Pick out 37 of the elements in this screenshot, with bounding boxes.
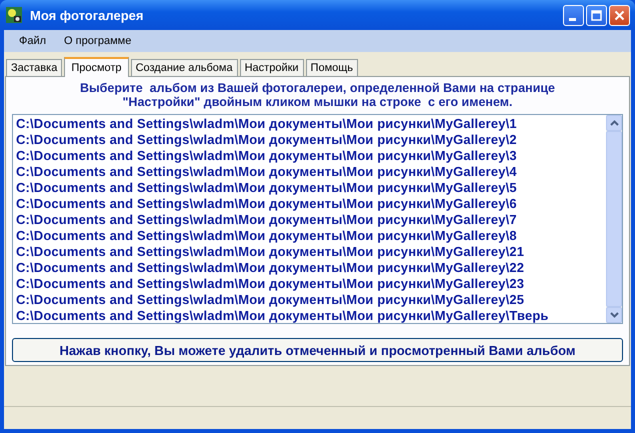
close-button[interactable] [609,4,630,26]
tab[interactable]: Заставка [6,59,62,76]
album-path[interactable]: C:\Documents and Settings\wladm\Мои документы\Мои рисунки\MyGallerey\5 [16,180,606,196]
tab[interactable]: Создание альбома [130,59,238,76]
delete-album-button[interactable]: Нажав кнопку, Вы можете удалить отмеченный и просмотренный Вами альбом [12,338,623,362]
album-path[interactable]: C:\Documents and Settings\wladm\Мои документы\Мои рисунки\MyGallerey\4 [16,164,606,180]
album-path[interactable]: C:\Documents and Settings\wladm\Мои документы\Мои рисунки\MyGallerey\1 [16,116,606,132]
album-path[interactable]: C:\Documents and Settings\wladm\Мои документы\Мои рисунки\MyGallerey\23 [16,276,606,292]
scroll-thumb[interactable] [606,131,622,307]
album-path[interactable]: C:\Documents and Settings\wladm\Мои документы\Мои рисунки\MyGallerey\3 [16,148,606,164]
minimize-icon [568,18,576,20]
album-path[interactable]: C:\Documents and Settings\wladm\Мои документы\Мои рисунки\MyGallerey\6 [16,196,606,212]
scrollbar[interactable] [606,115,622,323]
instruction-text: Выберите альбом из Вашей фотогалереи, определенной Вами на странице [78,81,556,95]
scroll-up-button[interactable] [606,115,622,131]
minimize-button[interactable] [563,4,584,26]
instruction-text: "Настройки" двойным кликом мышки на строке с его именем. [121,95,514,109]
tab[interactable]: Настройки [240,59,304,76]
maximize-icon [591,10,602,20]
album-path[interactable]: C:\Documents and Settings\wladm\Мои документы\Мои рисунки\MyGallerey\2 [16,132,606,148]
album-path[interactable]: C:\Documents and Settings\wladm\Мои документы\Мои рисунки\MyGallerey\22 [16,260,606,276]
window-title: Моя фотогалерея [30,8,144,22]
tab[interactable]: Просмотр [64,57,129,77]
maximize-button[interactable] [586,4,607,26]
album-path[interactable]: C:\Documents and Settings\wladm\Мои документы\Мои рисунки\MyGallerey\8 [16,228,606,244]
menu-item[interactable]: Файл [10,35,56,47]
scroll-down-button[interactable] [606,307,622,323]
photo-app-icon [6,7,22,23]
album-path[interactable]: C:\Documents and Settings\wladm\Мои документы\Мои рисунки\MyGallerey\Тверь [16,308,606,323]
tab[interactable]: Помощь [306,59,358,76]
close-icon [614,10,625,20]
chevron-down-icon [610,312,618,318]
menu-item[interactable]: О программе [55,35,140,47]
album-path[interactable]: C:\Documents and Settings\wladm\Мои документы\Мои рисунки\MyGallerey\21 [16,244,606,260]
chevron-up-icon [610,120,618,126]
album-path[interactable]: C:\Documents and Settings\wladm\Мои документы\Мои рисунки\MyGallerey\25 [16,292,606,308]
album-path[interactable]: C:\Documents and Settings\wladm\Мои документы\Мои рисунки\MyGallerey\7 [16,212,606,228]
